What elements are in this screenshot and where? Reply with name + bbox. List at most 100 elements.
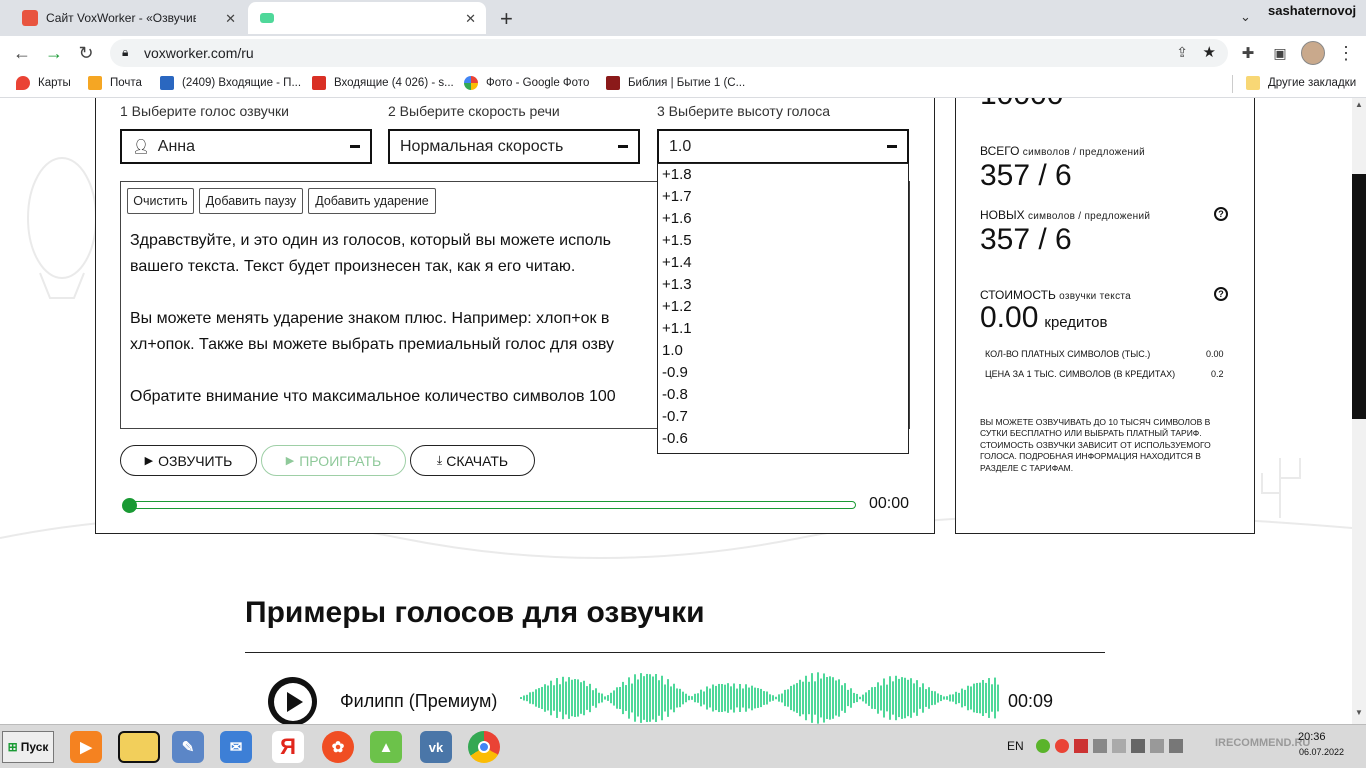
play-button[interactable]: ▶ ПРОИГРАТЬ	[261, 445, 406, 476]
sample-play-button[interactable]	[268, 677, 317, 724]
mail-icon[interactable]: ✉	[220, 731, 252, 763]
start-button[interactable]: ⊞ Пуск	[2, 731, 54, 763]
voice-value: Анна	[157, 137, 196, 155]
vk-icon[interactable]: vk	[420, 731, 452, 763]
page-scrollbar[interactable]: ▲ ▼	[1352, 98, 1366, 724]
extensions-puzzle-icon[interactable]: ✚	[1236, 41, 1260, 65]
close-tab-icon[interactable]: ✕	[465, 11, 476, 27]
profile-avatar[interactable]	[1301, 41, 1325, 65]
divider	[245, 652, 1105, 653]
scroll-up-icon[interactable]: ▲	[1352, 100, 1366, 109]
add-stress-button[interactable]: Добавить ударение	[308, 188, 436, 214]
price-label: ЦЕНА ЗА 1 ТЫС. СИМВОЛОВ (В КРЕДИТАХ)	[985, 369, 1176, 379]
pitch-option[interactable]: -0.8	[658, 384, 908, 406]
watermark: IRECOMMEND.RU	[1215, 737, 1311, 749]
audio-progress-knob[interactable]	[122, 498, 137, 513]
tray-device-icon[interactable]	[1112, 739, 1126, 753]
voice-button-label: ОЗВУЧИТЬ	[158, 452, 233, 469]
side-panel-icon[interactable]: ▣	[1268, 41, 1292, 65]
tray-update-icon[interactable]	[1036, 739, 1050, 753]
pitch-option[interactable]: -0.6	[658, 428, 908, 450]
tab-voxworker[interactable]: Сайт VoxWorker - «Озвучивание т ✕	[10, 2, 246, 34]
bookmark-inbox-outlook[interactable]: (2409) Входящие - П...	[160, 76, 301, 90]
back-arrow-icon[interactable]: ←	[10, 41, 34, 65]
tray-chrome-icon[interactable]	[1055, 739, 1069, 753]
pitch-select[interactable]: 1.0	[657, 129, 909, 164]
mail-envelope-icon	[88, 76, 102, 90]
address-bar[interactable]: 🔒︎ voxworker.com/ru ⇪ ★	[110, 39, 1228, 67]
pitch-option[interactable]: +1.8	[658, 164, 908, 186]
pitch-dropdown-list[interactable]: +1.8 +1.7 +1.6 +1.5 +1.4 +1.3 +1.2 +1.1 1.0 -0.9-…	[657, 163, 909, 454]
pitch-option[interactable]: +1.1	[658, 318, 908, 340]
speed-select[interactable]: Нормальная скорость	[388, 129, 640, 164]
page-content: 1 Выберите голос озвучки 2 Выберите скор…	[0, 98, 1352, 724]
editor-line: хл+опок. Также вы можете выбрать премиал…	[130, 336, 615, 353]
editor-line: Обратите внимание что максимальное колич…	[130, 388, 616, 405]
download-button[interactable]: ⤓ СКАЧАТЬ	[410, 445, 535, 476]
sample-waveform[interactable]	[520, 668, 1000, 724]
tab-search-chevron-icon[interactable]: ⌄	[1240, 9, 1251, 25]
language-indicator[interactable]: EN	[1007, 739, 1024, 753]
bookmark-mail[interactable]: Почта	[88, 76, 142, 90]
audio-wave-favicon-icon	[260, 13, 274, 23]
pitch-option[interactable]: +1.7	[658, 186, 908, 208]
help-question-icon[interactable]: ?	[1214, 207, 1228, 221]
bookmark-label: (2409) Входящие - П...	[182, 77, 302, 89]
divider	[1232, 75, 1233, 93]
bible-cross-icon	[606, 76, 620, 90]
scrollbar-thumb[interactable]	[1352, 174, 1366, 419]
gmail-icon	[312, 76, 326, 90]
other-bookmarks[interactable]: Другие закладки	[1246, 76, 1356, 90]
voice-button[interactable]: ▶ ОЗВУЧИТЬ	[120, 445, 257, 476]
yandex-icon[interactable]: Я	[272, 731, 304, 763]
clock-time: 20:36	[1298, 731, 1326, 743]
tray-network-icon[interactable]	[1093, 739, 1107, 753]
bookmark-bible[interactable]: Библия | Бытие 1 (С...	[606, 76, 745, 90]
pitch-option[interactable]: +1.6	[658, 208, 908, 230]
audio-progress-track[interactable]	[128, 501, 856, 509]
bookmark-google-photos[interactable]: Фото - Google Фото	[464, 76, 589, 90]
tab-active[interactable]: ✕	[248, 2, 486, 34]
pitch-option[interactable]: +1.2	[658, 296, 908, 318]
play-button-label: ПРОИГРАТЬ	[299, 452, 382, 469]
apps-store-icon[interactable]: ▲	[370, 731, 402, 763]
ok-icon[interactable]: ✿	[322, 731, 354, 763]
bookmark-maps[interactable]: Карты	[16, 76, 71, 90]
cost-value: 0.00	[980, 301, 1039, 334]
help-question-icon[interactable]: ?	[1214, 287, 1228, 301]
tools-icon[interactable]: ✎	[172, 731, 204, 763]
price-value: 0.2	[1211, 369, 1224, 379]
os-taskbar: ⊞ Пуск ▶ ✎ ✉ Я ✿ ▲ vk EN IRECOMMEND.RU 20…	[0, 724, 1366, 768]
reload-icon[interactable]: ↻	[74, 41, 98, 65]
menu-kebab-icon[interactable]: ⋮	[1334, 41, 1358, 65]
pitch-option[interactable]: +1.5	[658, 230, 908, 252]
pitch-option[interactable]: +1.4	[658, 252, 908, 274]
tray-security-icon[interactable]	[1074, 739, 1088, 753]
file-explorer-icon[interactable]	[118, 731, 160, 763]
tray-volume-icon[interactable]	[1169, 739, 1183, 753]
new-tab-button[interactable]: +	[500, 6, 513, 32]
scroll-down-icon[interactable]: ▼	[1352, 708, 1366, 717]
bookmark-inbox-gmail[interactable]: Входящие (4 026) - s...	[312, 76, 454, 90]
bookmark-label: Входящие (4 026) - s...	[334, 77, 454, 89]
share-icon[interactable]: ⇪	[1176, 44, 1188, 61]
close-tab-icon[interactable]: ✕	[225, 11, 236, 27]
clear-button[interactable]: Очистить	[127, 188, 194, 214]
media-player-icon[interactable]: ▶	[70, 731, 102, 763]
editor-text[interactable]: Здравствуйте, и это один из голосов, кот…	[130, 228, 660, 410]
pitch-option[interactable]: 1.0	[658, 340, 908, 362]
pitch-option[interactable]: +1.3	[658, 274, 908, 296]
voice-label: 1 Выберите голос озвучки	[120, 103, 289, 119]
chrome-icon[interactable]	[468, 731, 500, 763]
bookmark-star-icon[interactable]: ★	[1203, 43, 1216, 61]
bookmark-label: Фото - Google Фото	[486, 77, 590, 89]
pitch-option[interactable]: -0.7	[658, 406, 908, 428]
pitch-option[interactable]: -0.9	[658, 362, 908, 384]
voice-select[interactable]: 👤︎ Анна	[120, 129, 372, 164]
total-sub: символов / предложений	[1022, 147, 1146, 158]
add-pause-button[interactable]: Добавить паузу	[199, 188, 303, 214]
forward-arrow-icon[interactable]: →	[42, 41, 66, 65]
tray-monitor-icon[interactable]	[1131, 739, 1145, 753]
tray-signal-icon[interactable]	[1150, 739, 1164, 753]
